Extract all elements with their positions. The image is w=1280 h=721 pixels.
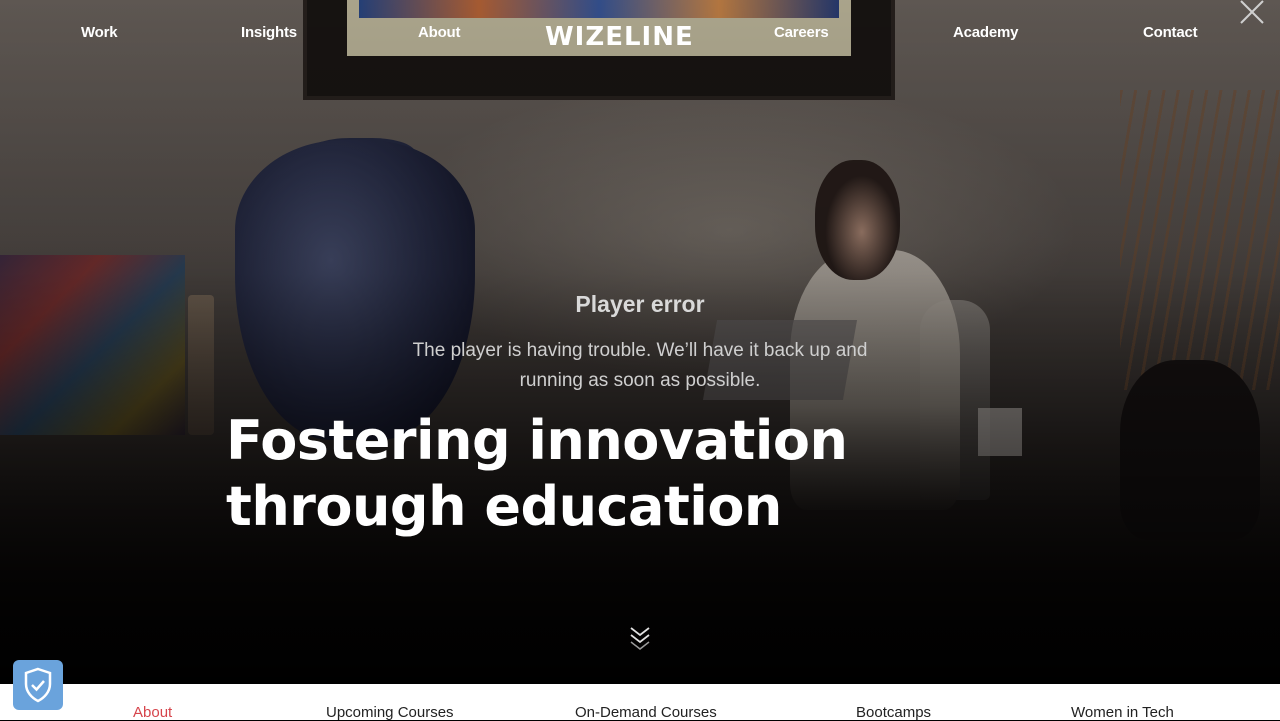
- subnav-bootcamps[interactable]: Bootcamps: [856, 704, 931, 721]
- subnav-about[interactable]: About: [133, 704, 172, 721]
- player-error-title: Player error: [575, 291, 705, 317]
- nav-insights[interactable]: Insights: [241, 24, 297, 41]
- subnav-on-demand-courses[interactable]: On-Demand Courses: [575, 704, 717, 721]
- hero-headline-line-1: Fostering innovation: [226, 409, 848, 472]
- nav-contact[interactable]: Contact: [1143, 24, 1198, 41]
- close-icon[interactable]: [1238, 0, 1266, 26]
- subnav-women-in-tech[interactable]: Women in Tech: [1071, 704, 1174, 721]
- wizeline-logo[interactable]: WIZELINE: [545, 22, 694, 52]
- player-error-message: The player is having trouble. We’ll have…: [390, 336, 890, 396]
- nav-careers[interactable]: Careers: [774, 24, 829, 41]
- double-chevron-down-icon[interactable]: [627, 624, 653, 652]
- section-subnav: About Upcoming Courses On-Demand Courses…: [0, 684, 1280, 721]
- hero-headline: Fostering innovation through education: [226, 408, 848, 540]
- hero-section: Work Insights About WIZELINE Careers Aca…: [0, 0, 1280, 684]
- nav-academy[interactable]: Academy: [953, 24, 1019, 41]
- player-error-line-2: running as soon as possible.: [519, 370, 761, 391]
- hero-headline-line-2: through education: [226, 475, 782, 538]
- player-error-line-1: The player is having trouble. We’ll have…: [412, 340, 868, 361]
- shield-check-icon[interactable]: [13, 660, 63, 710]
- nav-work[interactable]: Work: [81, 24, 118, 41]
- nav-about[interactable]: About: [418, 24, 461, 41]
- subnav-upcoming-courses[interactable]: Upcoming Courses: [326, 704, 454, 721]
